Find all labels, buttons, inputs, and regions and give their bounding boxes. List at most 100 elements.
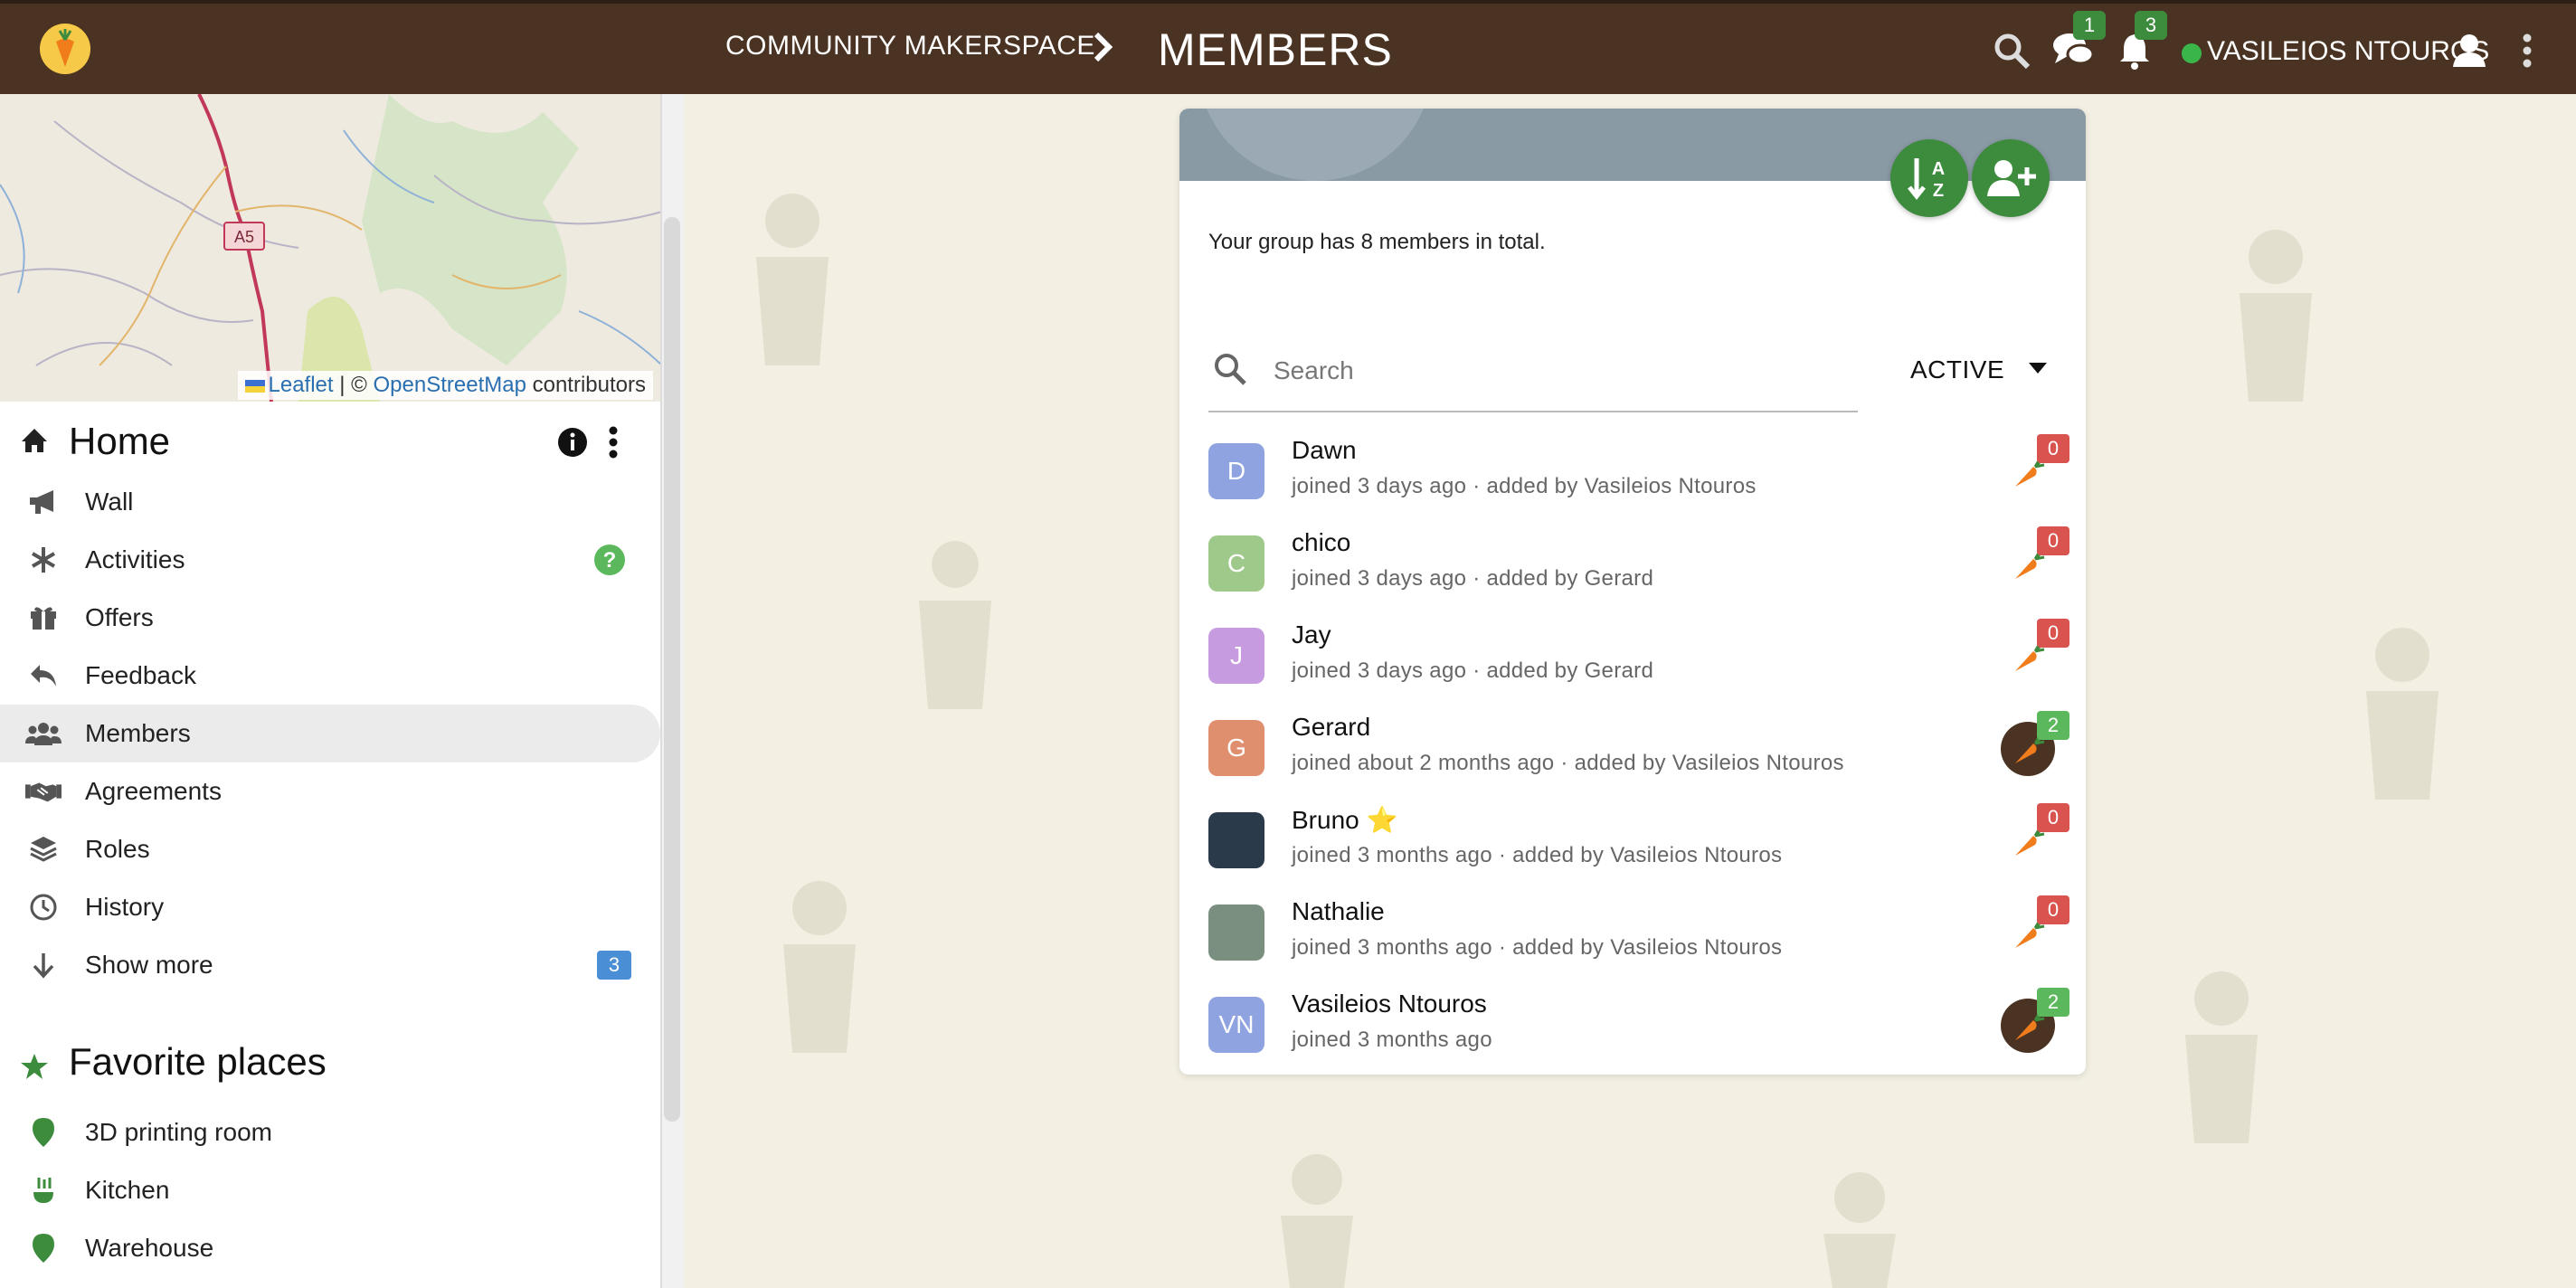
user-icon[interactable] [2448, 29, 2491, 72]
sidebar-item-feedback[interactable]: Feedback [0, 647, 660, 705]
avatar-initials: VN [1218, 1010, 1255, 1038]
attribution-contributors: contributors [526, 373, 646, 397]
sidebar-item-history[interactable]: History [0, 878, 660, 936]
sidebar-scrollbar-thumb[interactable] [664, 217, 680, 1122]
map-pin-icon [25, 1114, 62, 1151]
member-row[interactable]: D Dawn joined 3 days ago · added by Vasile… [1179, 427, 2086, 519]
add-member-button[interactable] [1972, 139, 2050, 217]
favorite-item-kitchen[interactable]: Kitchen [0, 1161, 660, 1219]
carrot-logo-icon[interactable] [40, 24, 90, 74]
avatar-initials: D [1226, 457, 1246, 485]
sidebar-item-label: Members [85, 719, 191, 747]
place-map[interactable]: A5 Leaflet | © OpenStreetMap contributor… [0, 94, 660, 402]
user-plus-icon [1987, 160, 2036, 196]
favorite-label: 3D printing room [85, 1118, 272, 1146]
member-name[interactable]: Gerard [1292, 713, 1370, 742]
karma-badge: 0 [2037, 895, 2069, 924]
member-meta: joined 3 days ago · added by Gerard [1292, 658, 1654, 683]
avatar[interactable] [1208, 812, 1264, 868]
member-row[interactable]: VN Vasileios Ntouros joined 3 months ago 2 [1179, 980, 2086, 1073]
avatar[interactable]: D [1208, 443, 1264, 499]
status-filter-select[interactable]: ACTIVE [1910, 346, 2064, 394]
sidebar-item-offers[interactable]: Offers [0, 589, 660, 647]
kitchen-icon [25, 1172, 62, 1208]
sidebar-item-label: Activities [85, 545, 185, 573]
sidebar-item-label: Feedback [85, 661, 196, 689]
avatar[interactable]: J [1208, 628, 1264, 684]
avatar-initials: C [1226, 549, 1246, 577]
member-row[interactable]: Nathalie joined 3 months ago · added by V… [1179, 888, 2086, 980]
avatar[interactable]: G [1208, 720, 1264, 776]
member-meta: joined 3 months ago [1292, 1028, 1492, 1052]
notifications-badge: 3 [2135, 11, 2167, 40]
avatar[interactable] [1208, 904, 1264, 961]
status-filter-value: ACTIVE [1910, 355, 2005, 384]
ukraine-flag-icon [244, 379, 265, 393]
member-row[interactable]: Cchico joined 3 days ago · added by Gerar… [1179, 519, 2086, 611]
search-icon[interactable] [1990, 29, 2033, 72]
sidebar-item-members[interactable]: Members [0, 705, 660, 762]
member-name[interactable]: Vasileios Ntouros [1292, 990, 1487, 1018]
attribution-separator: | © [333, 373, 374, 397]
top-bar: COMMUNITY MAKERSPACE MEMBERS 1 3 VASILEI… [0, 0, 2576, 94]
member-name[interactable]: Jay [1292, 620, 1331, 649]
avatar[interactable]: VN [1208, 997, 1264, 1053]
member-meta: joined about 2 months ago · added by Vas… [1292, 751, 1844, 775]
karma-badge: 0 [2037, 619, 2069, 648]
page-title: MEMBERS [1158, 24, 1393, 75]
sort-alphabetical-button[interactable]: AZ [1890, 139, 1968, 217]
svg-text:?: ? [603, 548, 617, 573]
road-label: A5 [234, 228, 254, 246]
karma-badge: 0 [2037, 434, 2069, 463]
sidebar-item-label: Agreements [85, 777, 222, 805]
member-name[interactable]: chico [1292, 528, 1350, 557]
star-icon [20, 1053, 49, 1084]
karma-badge: 2 [2037, 711, 2069, 740]
favorite-item-warehouse[interactable]: Warehouse [0, 1219, 660, 1277]
svg-text:A: A [1932, 159, 1945, 179]
svg-text:Z: Z [1933, 181, 1944, 201]
search-icon [1212, 351, 1248, 392]
avatar[interactable]: C [1208, 535, 1264, 592]
sidebar-item-activities[interactable]: Activities ? [0, 531, 660, 589]
megaphone-icon [25, 484, 62, 520]
member-search [1208, 329, 1858, 412]
users-icon [25, 715, 62, 752]
online-status-dot [2182, 43, 2202, 63]
sidebar-item-show-more[interactable]: Show more 3 [0, 936, 660, 994]
member-row[interactable]: J Jay joined 3 days ago · added by Gerard 0 [1179, 611, 2086, 704]
favorite-item-3d-printing-room[interactable]: 3D printing room [0, 1103, 660, 1161]
member-meta: joined 3 months ago · added by Vasileios… [1292, 935, 1783, 960]
sidebar-item-wall[interactable]: Wall [0, 473, 660, 531]
place-title: Home [69, 420, 171, 462]
reply-icon [25, 658, 62, 694]
more-vertical-icon[interactable] [2505, 29, 2549, 72]
karma-badge: 0 [2037, 526, 2069, 555]
member-row[interactable]: G Gerard joined about 2 months ago · added… [1179, 704, 2086, 796]
favorites-title: Favorite places [69, 1040, 327, 1083]
leaflet-link[interactable]: Leaflet [269, 373, 334, 397]
sidebar: A5 Leaflet | © OpenStreetMap contributor… [0, 94, 662, 1288]
chevron-right-icon [1091, 27, 1116, 71]
home-icon [20, 427, 49, 459]
search-input[interactable] [1274, 351, 1834, 391]
sidebar-item-label: Wall [85, 488, 134, 516]
member-row[interactable]: Bruno ⭐ joined 3 months ago · added by Va… [1179, 796, 2086, 888]
member-meta: joined 3 days ago · added by Gerard [1292, 566, 1654, 591]
openstreetmap-link[interactable]: OpenStreetMap [374, 373, 526, 397]
karma-badge: 0 [2037, 803, 2069, 832]
asterisk-icon [25, 542, 62, 578]
member-name[interactable]: Bruno ⭐ [1292, 805, 1397, 835]
member-name[interactable]: Dawn [1292, 436, 1357, 465]
breadcrumb-group[interactable]: COMMUNITY MAKERSPACE [725, 31, 1095, 62]
info-icon[interactable] [557, 427, 588, 462]
place-header: Home [0, 414, 660, 469]
help-icon[interactable]: ? [593, 544, 626, 581]
sidebar-item-label: Roles [85, 835, 150, 863]
gift-icon [25, 600, 62, 636]
clock-icon [25, 889, 62, 925]
sidebar-item-agreements[interactable]: Agreements [0, 762, 660, 820]
place-menu-icon[interactable] [608, 425, 619, 464]
sidebar-item-roles[interactable]: Roles [0, 820, 660, 878]
member-name[interactable]: Nathalie [1292, 897, 1385, 926]
